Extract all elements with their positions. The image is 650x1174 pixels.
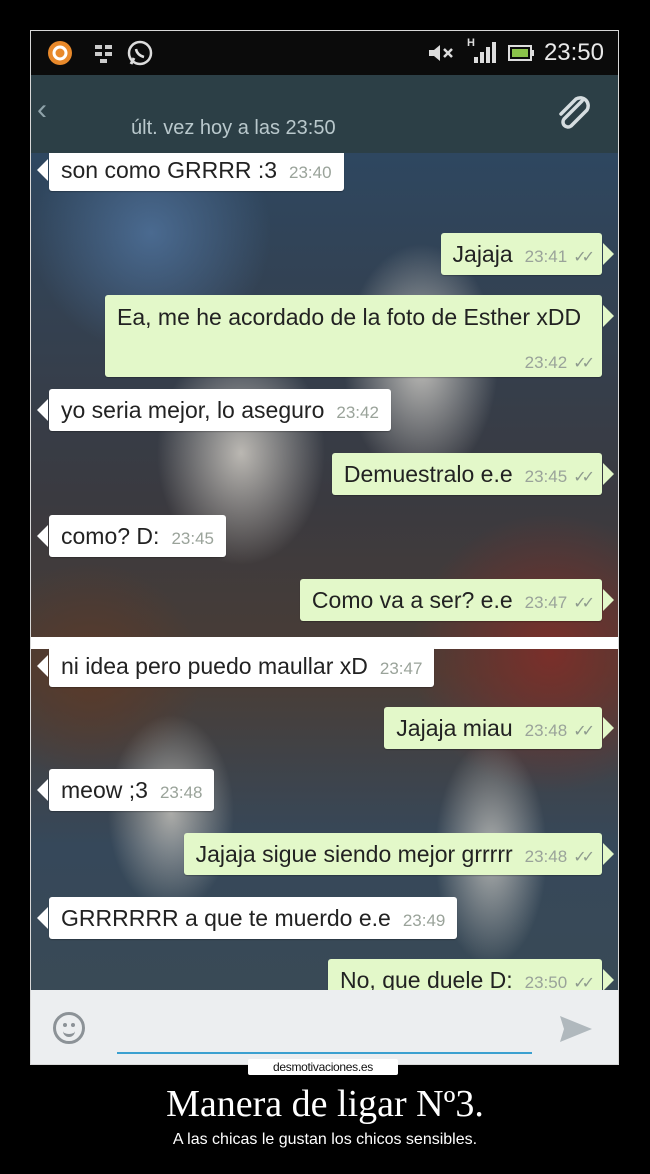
message-time: 23:47 <box>379 659 423 678</box>
message-time: 23:47 <box>524 593 568 612</box>
mute-icon <box>427 39 455 67</box>
message-bubble-outgoing[interactable]: Jajaja miau 23:48 ✓✓ <box>384 707 614 749</box>
message-bubble-incoming[interactable]: como? D: 23:45 <box>37 515 226 557</box>
poster-subtitle: A las chicas le gustan los chicos sensib… <box>172 1131 478 1148</box>
message-time: 23:48 <box>159 783 203 802</box>
message-bubble-outgoing[interactable]: Demuestralo e.e 23:45 ✓✓ <box>331 453 615 495</box>
message-time: 23:49 <box>402 911 446 930</box>
poster-title: Manera de ligar Nº3. <box>166 1083 484 1125</box>
message-text: meow ;3 <box>61 777 148 803</box>
message-time: 23:41 <box>524 247 568 266</box>
message-bubble-incoming[interactable]: ni idea pero puedo maullar xD 23:47 <box>36 645 435 687</box>
network-type-label: H <box>467 37 475 49</box>
read-ticks-icon: ✓✓ <box>573 355 595 372</box>
message-composer <box>31 990 618 1064</box>
message-text: como? D: <box>61 523 160 549</box>
message-text: Ea, me he acordado de la foto de Esther … <box>117 304 582 330</box>
bb-icon <box>91 39 117 67</box>
read-ticks-icon: ✓✓ <box>573 469 595 486</box>
emoji-mouth <box>63 1028 75 1037</box>
message-text: son como GRRRR :3 <box>61 157 278 183</box>
message-input[interactable] <box>117 1052 532 1054</box>
signal-icon: H <box>465 37 501 67</box>
message-time: 23:42 <box>524 353 568 372</box>
message-time: 23:48 <box>524 847 568 866</box>
status-bar: H 23:50 <box>31 31 618 75</box>
message-bubble-outgoing[interactable]: Jajaja sigue siendo mejor grrrrr 23:48 ✓✓ <box>183 833 615 875</box>
read-ticks-icon: ✓✓ <box>573 849 595 866</box>
message-time: 23:42 <box>336 403 379 422</box>
message-text: GRRRRRR a que te muerdo e.e <box>61 905 391 931</box>
message-meta: 23:42 ✓✓ <box>513 353 595 373</box>
message-bubble-outgoing[interactable]: Ea, me he acordado de la foto de Esther … <box>105 295 614 377</box>
whatsapp-icon <box>125 39 155 67</box>
message-text: Demuestralo e.e <box>343 461 513 487</box>
message-text: ni idea pero puedo maullar xD <box>61 653 368 679</box>
site-watermark: desmotivaciones.es <box>248 1059 398 1075</box>
message-time: 23:45 <box>171 529 214 548</box>
message-text: Como va a ser? e.e <box>311 587 513 613</box>
last-seen-status: últ. vez hoy a las 23:50 <box>131 117 336 139</box>
paperclip-icon[interactable] <box>552 91 596 140</box>
message-bubble-incoming[interactable]: yo seria mejor, lo aseguro 23:42 <box>37 389 391 431</box>
message-time: 23:40 <box>289 163 332 182</box>
app-icon <box>45 39 75 67</box>
send-icon[interactable] <box>558 1014 594 1049</box>
status-time: 23:50 <box>543 39 604 66</box>
back-chevron-icon[interactable]: ‹ <box>37 93 47 127</box>
message-text: yo seria mejor, lo aseguro <box>61 397 325 423</box>
message-bubble-incoming[interactable]: meow ;3 23:48 <box>36 769 215 811</box>
message-bubble-outgoing[interactable]: Como va a ser? e.e 23:47 ✓✓ <box>299 579 615 621</box>
message-bubble-outgoing[interactable]: Jajaja 23:41 ✓✓ <box>440 233 615 275</box>
phone-screenshot: H 23:50 ‹ últ. vez hoy a las 23:50 son c… <box>30 30 619 1065</box>
message-time: 23:48 <box>524 721 568 740</box>
read-ticks-icon: ✓✓ <box>573 723 595 740</box>
message-bubble-incoming[interactable]: GRRRRRR a que te muerdo e.e 23:49 <box>36 897 458 939</box>
emoji-icon[interactable] <box>53 1012 85 1044</box>
chat-conversation: son como GRRRR :3 23:40 Jajaja 23:41 ✓✓ Ea,… <box>31 153 618 1018</box>
message-text: Jajaja miau <box>396 715 513 741</box>
message-text: Jajaja <box>452 241 513 267</box>
read-ticks-icon: ✓✓ <box>573 249 595 266</box>
read-ticks-icon: ✓✓ <box>573 595 595 612</box>
chat-action-bar: ‹ últ. vez hoy a las 23:50 <box>31 75 618 153</box>
message-bubble-incoming[interactable]: son como GRRRR :3 23:40 <box>37 153 344 191</box>
message-time: 23:45 <box>524 467 568 486</box>
message-text: Jajaja sigue siendo mejor grrrrr <box>195 841 513 867</box>
battery-icon <box>507 39 537 67</box>
